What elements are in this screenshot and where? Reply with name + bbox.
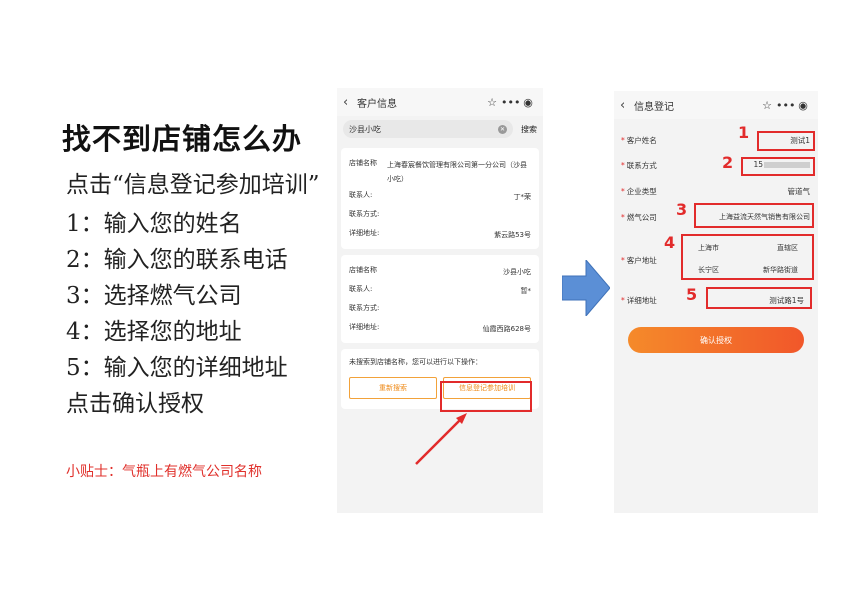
search-button[interactable]: 搜索 (521, 124, 537, 135)
search-input[interactable]: 沙县小吃 ✕ (343, 120, 513, 138)
result-card[interactable]: 店铺名称 沙县小吃 联系人: 暂* 联系方式: 详细地址: 仙霞西路628号 (341, 255, 539, 343)
gas-highlight (694, 203, 814, 228)
name-highlight (757, 131, 815, 151)
address-value: 紫云路53号 (494, 231, 531, 239)
callout-1: 1 (738, 123, 750, 142)
search-value: 沙县小吃 (349, 124, 381, 134)
more-icon[interactable]: ••• (501, 96, 520, 109)
more-icon[interactable]: ••• (776, 99, 795, 112)
step-4: 4：选择您的地址 (66, 319, 242, 345)
field-label: 店铺名称 (349, 159, 377, 167)
gas-label: 燃气公司 (626, 213, 657, 222)
address-highlight (681, 234, 814, 280)
detail-highlight (706, 287, 812, 309)
nav-bar: ‹ 信息登记 ☆ ••• ◉ (614, 91, 818, 119)
contact-value: 丁*荣 (513, 193, 532, 201)
step-1: 1：输入您的姓名 (66, 211, 242, 237)
step-3: 3：选择燃气公司 (66, 283, 242, 309)
intro-step: 点击“信息登记参加培训” (66, 172, 320, 198)
instruction-list: 点击“信息登记参加培训” 1：输入您的姓名 2：输入您的联系电话 3：选择燃气公… (66, 170, 328, 422)
not-found-message: 未搜索到店铺名称，您可以进行以下操作： (349, 358, 482, 366)
phone-highlight (741, 157, 815, 176)
record-icon[interactable]: ◉ (794, 99, 812, 112)
shop-name: 沙县小吃 (503, 268, 531, 276)
record-icon[interactable]: ◉ (519, 96, 537, 109)
callout-4: 4 (664, 233, 676, 252)
type-label: 企业类型 (626, 187, 657, 196)
phone-label: 联系方式 (626, 161, 657, 170)
chevron-left-icon[interactable]: ‹ (620, 98, 632, 113)
contact-value: 暂* (520, 287, 532, 295)
field-label: 店铺名称 (349, 266, 377, 274)
field-label: 详细地址: (349, 229, 380, 237)
nav-title: 客户信息 (357, 98, 397, 110)
star-icon[interactable]: ☆ (758, 99, 776, 112)
pointer-arrow-icon (415, 413, 467, 465)
chevron-left-icon[interactable]: ‹ (343, 95, 355, 110)
field-label: 联系人: (349, 191, 373, 199)
address-value: 仙霞西路628号 (482, 325, 531, 333)
type-value: 管道气 (787, 187, 811, 196)
clear-icon[interactable]: ✕ (498, 124, 507, 134)
callout-3: 3 (676, 200, 688, 219)
field-label: 联系人: (349, 285, 373, 293)
address-label: 客户地址 (626, 256, 657, 265)
right-arrow-icon (562, 260, 610, 316)
confirm-step: 点击确认授权 (66, 391, 204, 417)
field-label: 联系方式: (349, 304, 380, 312)
field-label: 联系方式: (349, 210, 380, 218)
search-bar: 沙县小吃 ✕ 搜索 (337, 116, 543, 142)
tip-text: 小贴士：气瓶上有燃气公司名称 (66, 464, 262, 480)
shop-name: 上海春宸餐饮管理有限公司第一分公司（沙县小吃） (387, 161, 527, 183)
star-icon[interactable]: ☆ (483, 96, 501, 109)
callout-5: 5 (686, 285, 698, 304)
slide-title: 找不到店铺怎么办 (62, 122, 303, 156)
step-5: 5：输入您的详细地址 (66, 355, 288, 381)
result-card[interactable]: 店铺名称 上海春宸餐饮管理有限公司第一分公司（沙县小吃） 联系人: 丁*荣 联系方式… (341, 148, 539, 249)
nav-bar: ‹ 客户信息 ☆ ••• ◉ (337, 88, 543, 116)
nav-title: 信息登记 (634, 101, 674, 113)
callout-2: 2 (722, 153, 734, 172)
step-2: 2：输入您的联系电话 (66, 247, 288, 273)
register-button-highlight (440, 381, 532, 412)
type-field: * 企业类型 管道气 (621, 187, 811, 196)
confirm-authorize-button[interactable]: 确认授权 (628, 327, 804, 353)
name-label: 客户姓名 (626, 136, 657, 145)
field-label: 详细地址: (349, 323, 380, 331)
detail-label: 详细地址 (626, 296, 657, 305)
research-button[interactable]: 重新搜索 (349, 377, 437, 399)
